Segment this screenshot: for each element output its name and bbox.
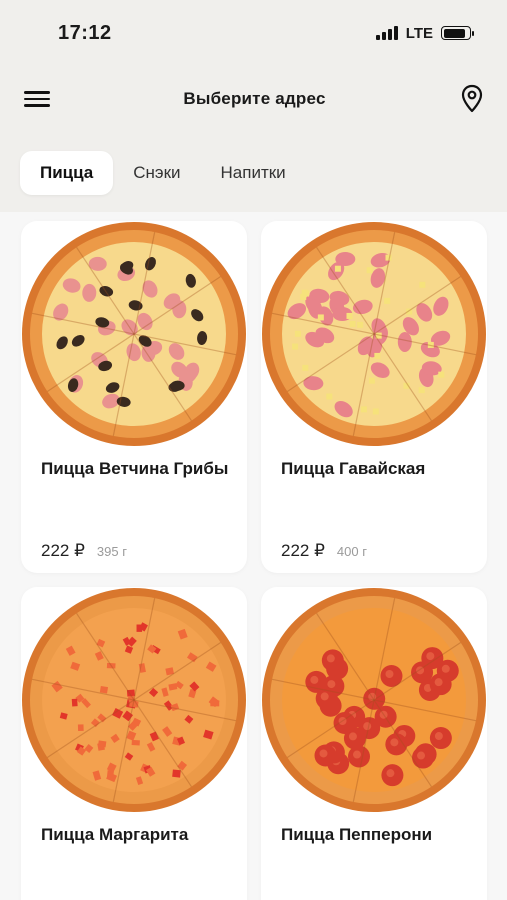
product-weight: 395 г (96, 544, 127, 559)
pizza-image (262, 588, 486, 812)
location-pin-icon[interactable] (459, 84, 485, 114)
product-name: Пицца Ветчина Грибы (41, 459, 229, 478)
product-name: Пицца Пепперони (281, 825, 433, 844)
product-grid: Пицца Ветчина Грибы 222 ₽ 395 г Пицца Га… (21, 221, 487, 900)
product-card[interactable]: Пицца Гавайская 222 ₽ 400 г (261, 221, 487, 573)
status-indicators: LTE (375, 24, 474, 42)
menu-icon[interactable] (24, 89, 50, 109)
pizza-image (22, 588, 246, 812)
signal-icon (375, 26, 398, 40)
product-weight: 400 г (336, 544, 367, 559)
battery-icon (441, 26, 474, 40)
network-type: LTE (405, 24, 433, 42)
product-name: Пицца Маргарита (41, 825, 189, 844)
pizza-image (262, 222, 486, 446)
battery-fill (443, 28, 465, 38)
tab-snacks[interactable]: Снэки (113, 151, 200, 195)
status-time: 17:12 (58, 21, 112, 44)
product-meta: 222 ₽ 395 г (41, 541, 127, 561)
product-meta: 222 ₽ 400 г (281, 541, 367, 561)
tab-pizza[interactable]: Пицца (20, 151, 114, 195)
product-price: 222 ₽ (41, 541, 85, 560)
status-bar: 17:12 LTE (0, 0, 507, 66)
address-selector[interactable]: Выберите адрес (183, 89, 325, 109)
product-name: Пицца Гавайская (281, 459, 426, 478)
product-card[interactable]: Пицца Ветчина Грибы 222 ₽ 395 г (21, 221, 247, 573)
tab-label: Пицца (40, 163, 94, 182)
app-header: Выберите адрес (0, 66, 507, 132)
product-card[interactable]: Пицца Пепперони (261, 587, 487, 900)
tab-drinks[interactable]: Напитки (201, 151, 306, 195)
product-list: Пицца Ветчина Грибы 222 ₽ 395 г Пицца Га… (0, 212, 507, 900)
product-price: 222 ₽ (281, 541, 325, 560)
product-card[interactable]: Пицца Маргарита (21, 587, 247, 900)
pizza-image (22, 222, 246, 446)
tab-label: Напитки (220, 163, 286, 182)
tab-label: Снэки (133, 163, 181, 182)
category-tabs: Пицца Снэки Напитки (20, 151, 306, 195)
